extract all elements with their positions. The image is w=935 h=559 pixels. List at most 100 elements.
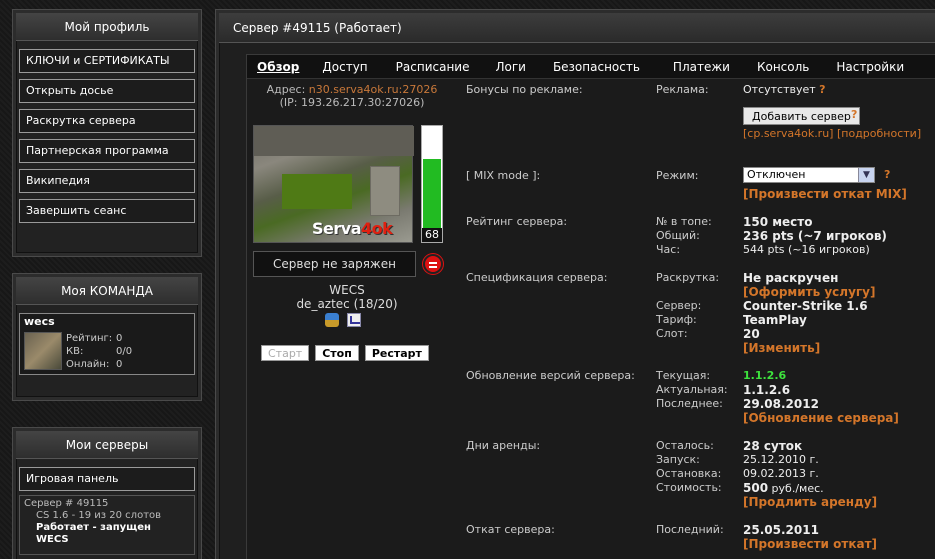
server-name: WECS [329, 283, 365, 297]
mix-section-label: [ MIX mode ]: [466, 169, 541, 182]
load-gauge-value: 68 [422, 228, 442, 242]
online-value: 0 [116, 359, 123, 370]
profile-title: Мой профиль [16, 13, 198, 41]
order-service-link[interactable]: [Оформить услугу] [743, 285, 876, 299]
rating-total-key: Общий: [656, 229, 700, 242]
menu-wikipedia[interactable]: Википедия [19, 169, 195, 193]
servers-panel: Мои серверы Игровая панель Сервер # 4911… [12, 427, 202, 559]
menu-partner-program[interactable]: Партнерская программа [19, 139, 195, 163]
chevron-down-icon[interactable]: ▼ [858, 168, 874, 182]
page-title: Сервер #49115 (Работает) [219, 13, 935, 43]
start-button[interactable]: Старт [261, 345, 310, 361]
charge-status: Сервер не заряжен [253, 251, 416, 277]
ads-value: Отсутствует ? [743, 83, 826, 96]
ads-section-label: Бонусы по рекламе: [466, 83, 583, 96]
spec-slot-value: 20 [743, 327, 760, 341]
team-title: Моя КОМАНДА [16, 277, 198, 305]
version-last-value: 29.08.2012 [743, 397, 819, 411]
rent-stop-value: 09.02.2013 г. [743, 467, 819, 480]
spec-server-value: Counter-Strike 1.6 [743, 299, 868, 313]
tab-settings[interactable]: Настройки [836, 60, 904, 74]
change-link[interactable]: [Изменить] [743, 341, 820, 355]
rent-start-key: Запуск: [656, 453, 700, 466]
tab-schedule[interactable]: Расписание [396, 60, 470, 74]
mix-mode-select[interactable]: Отключен ▼ [743, 167, 875, 183]
address-label: Адрес: [266, 83, 306, 96]
mix-rollback-link[interactable]: [Произвести откат MIX] [743, 187, 907, 201]
chart-icon[interactable] [347, 313, 361, 327]
address-link[interactable]: n30.serva4ok.ru:27026 [309, 83, 438, 96]
rent-stop-key: Остановка: [656, 467, 722, 480]
spec-tariff-value: TeamPlay [743, 313, 807, 327]
rent-cost-value: 500 руб./мес. [743, 481, 824, 495]
version-latest-value: 1.1.2.6 [743, 383, 791, 397]
team-member-stats: Рейтинг: 0 КВ: 0/0 Онлайн: 0 [66, 332, 166, 371]
rating-total-value: 236 pts (~7 игроков) [743, 229, 887, 243]
team-panel: Моя КОМАНДА wecs Рейтинг: 0 КВ: 0/0 Онлайн… [12, 273, 202, 401]
rollback-link[interactable]: [Произвести откат] [743, 537, 877, 551]
version-current-key: Текущая: [656, 369, 711, 382]
server-summary-name: WECS [36, 534, 69, 545]
map-thumbnail: Serva4ok [253, 125, 414, 243]
game-panel-button[interactable]: Игровая панель [19, 467, 195, 491]
rollback-section-label: Откат сервера: [466, 523, 555, 536]
help-icon[interactable]: ? [884, 168, 890, 181]
server-name-block: WECS de_aztec (18/20) [247, 283, 447, 311]
players-icon[interactable] [325, 313, 339, 327]
spec-tariff-key: Тариф: [656, 313, 697, 326]
server-content: Обзор Доступ Расписание Логи Безопасност… [246, 54, 935, 559]
version-section-label: Обновление версий сервера: [466, 369, 635, 382]
profile-panel: Мой профиль КЛЮЧИ и СЕРТИФИКАТЫ Открыть … [12, 9, 202, 257]
stop-button[interactable]: Стоп [315, 345, 359, 361]
spec-server-key: Сервер: [656, 299, 702, 312]
spec-section-label: Спецификация сервера: [466, 271, 608, 284]
tab-payments[interactable]: Платежи [673, 60, 730, 74]
extend-rent-link[interactable]: [Продлить аренду] [743, 495, 877, 509]
ads-key: Реклама: [656, 83, 709, 96]
servers-title: Мои серверы [16, 431, 198, 459]
tab-logs[interactable]: Логи [495, 60, 525, 74]
rent-left-value: 28 суток [743, 439, 803, 453]
profile-menu: КЛЮЧИ и СЕРТИФИКАТЫ Открыть досье Раскру… [13, 41, 201, 223]
menu-logout[interactable]: Завершить сеанс [19, 199, 195, 223]
load-gauge-fill [423, 159, 441, 228]
tab-console[interactable]: Консоль [757, 60, 809, 74]
rating-label: Рейтинг: [66, 333, 113, 344]
help-icon[interactable]: ? [819, 83, 825, 96]
server-summary-status: Работает - запущен [36, 522, 151, 533]
mix-key: Режим: [656, 169, 699, 182]
menu-open-dossier[interactable]: Открыть досье [19, 79, 195, 103]
server-summary[interactable]: Сервер # 49115 CS 1.6 - 19 из 20 слотов … [19, 495, 195, 555]
serva4ok-logo: Serva4ok [312, 219, 393, 238]
help-icon[interactable]: ? [851, 108, 857, 121]
stop-icon[interactable] [423, 254, 443, 274]
menu-keys-certificates[interactable]: КЛЮЧИ и СЕРТИФИКАТЫ [19, 49, 195, 73]
server-summary-slots: CS 1.6 - 19 из 20 слотов [36, 510, 162, 521]
rating-top-key: № в топе: [656, 215, 712, 228]
add-server-button[interactable]: Добавить сервер [743, 107, 860, 125]
team-member-card[interactable]: wecs Рейтинг: 0 КВ: 0/0 Онлайн: 0 [19, 313, 195, 375]
tab-overview[interactable]: Обзор [257, 60, 299, 74]
avatar[interactable] [24, 332, 62, 370]
spec-promo-key: Раскрутка: [656, 271, 720, 284]
restart-button[interactable]: Рестарт [364, 345, 429, 361]
rating-hour-key: Час: [656, 243, 681, 256]
tab-access[interactable]: Доступ [322, 60, 367, 74]
server-overview-left: Адрес: n30.serva4ok.ru:27026 (IP: 193.26… [247, 83, 457, 361]
team-member-name[interactable]: wecs [24, 315, 55, 328]
server-panel: Сервер #49115 (Работает) Обзор Доступ Ра… [215, 9, 935, 559]
tab-security[interactable]: Безопасность [553, 60, 640, 74]
tab-bar: Обзор Доступ Расписание Логи Безопасност… [247, 55, 935, 79]
rent-cost-key: Стоимость: [656, 481, 722, 494]
rating-hour-value: 544 pts (~16 игроков) [743, 243, 870, 256]
rent-start-value: 25.12.2010 г. [743, 453, 819, 466]
server-ip: (IP: 193.26.217.30:27026) [279, 96, 425, 109]
details-link[interactable]: [подробности] [837, 127, 921, 140]
menu-server-promotion[interactable]: Раскрутка сервера [19, 109, 195, 133]
server-controls: Старт Стоп Рестарт [261, 345, 429, 361]
update-server-link[interactable]: [Обновление сервера] [743, 411, 899, 425]
server-summary-id: Сервер # 49115 [24, 498, 109, 509]
spec-slot-key: Слот: [656, 327, 688, 340]
cp-link[interactable]: [cp.serva4ok.ru] [743, 127, 833, 140]
kd-value: 0/0 [116, 346, 133, 357]
